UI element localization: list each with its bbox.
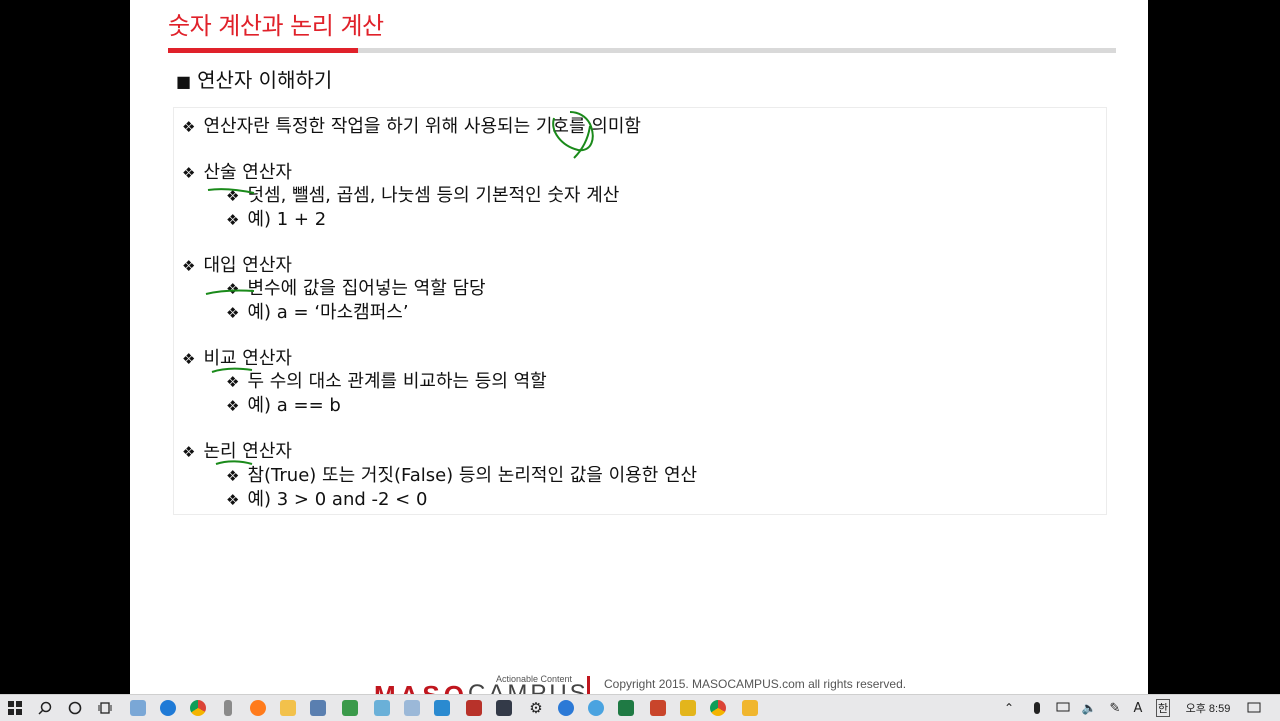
app-icon[interactable] [432,695,452,721]
notification-icon[interactable] [1244,695,1264,721]
section-desc: ❖ 변수에 값을 집어넣는 역할 담당 [226,274,486,300]
section-example: ❖ 예) 3 > 0 and -2 < 0 [226,485,427,511]
app-icon[interactable] [556,695,576,721]
section-example: ❖ 예) 1 + 2 [226,205,326,231]
cortana-icon[interactable] [64,695,86,721]
section-heading-text: 대입 연산자 [203,255,292,276]
edge-icon[interactable] [158,695,178,721]
square-bullet-icon: ■ [176,72,192,91]
section-heading: ❖ 논리 연산자 [182,437,292,463]
chrome-icon[interactable] [188,695,208,721]
windows-logo-icon[interactable] [4,695,26,721]
title-underline-accent [168,48,358,53]
firefox-icon[interactable] [248,695,268,721]
section-desc-text: 변수에 값을 집어넣는 역할 담당 [247,278,486,299]
section-heading-text: 산술 연산자 [203,162,292,183]
app-icon[interactable] [494,695,514,721]
section-example: ❖ 예) a == b [226,391,341,417]
app-icon[interactable] [678,695,698,721]
ime-hangul-label[interactable]: 한 [1154,695,1172,721]
ime-hangul-text: 한 [1155,699,1171,717]
network-icon[interactable] [1054,695,1072,721]
section-example-text: 예) 3 > 0 and -2 < 0 [247,489,428,510]
slide-footer: MASO CAMPUS Actionable Content Copyright… [374,664,1148,694]
app-icon[interactable] [740,695,760,721]
app-icon[interactable] [586,695,606,721]
pen-icon[interactable]: ✎ [1106,695,1124,721]
ime-mode-label[interactable]: A [1130,695,1146,721]
app-icon[interactable] [128,695,148,721]
section-heading-text: 논리 연산자 [203,441,292,462]
diamond-bullet-icon: ❖ [226,304,240,322]
chevron-up-icon[interactable]: ⌃ [1000,695,1018,721]
diamond-bullet-icon: ❖ [182,118,196,136]
copyright-text: Copyright 2015. MASOCAMPUS.com all right… [604,677,907,691]
volume-icon[interactable]: 🔈 [1080,695,1098,721]
section-desc: ❖ 참(True) 또는 거짓(False) 등의 논리적인 값을 이용한 연산 [226,461,697,487]
slide: 숫자 계산과 논리 계산 ■ 연산자 이해하기 ❖ 연산자란 특정한 작업을 하기 … [130,0,1148,694]
app-64-icon[interactable] [464,695,484,721]
section-desc-text: 참(True) 또는 거짓(False) 등의 논리적인 값을 이용한 연산 [247,465,698,486]
app-icon[interactable] [218,695,238,721]
brand-logo: MASO [374,680,468,694]
app-icon[interactable] [308,695,328,721]
section-example-text: 예) 1 + 2 [247,209,327,230]
excel-icon[interactable] [616,695,636,721]
search-icon[interactable] [34,695,56,721]
powerpoint-icon[interactable] [648,695,668,721]
chrome-icon[interactable] [708,695,728,721]
definition-text: 연산자란 특정한 작업을 하기 위해 사용되는 기호를 의미함 [203,116,641,137]
task-view-icon[interactable] [94,695,116,721]
app-icon[interactable] [340,695,360,721]
diamond-bullet-icon: ❖ [182,350,196,368]
gear-icon[interactable]: ⚙ [526,695,546,721]
diamond-bullet-icon: ❖ [226,187,240,205]
subtitle-text: 연산자 이해하기 [197,68,333,92]
definition-line: ❖ 연산자란 특정한 작업을 하기 위해 사용되는 기호를 의미함 [182,112,641,138]
diamond-bullet-icon: ❖ [226,397,240,415]
section-desc: ❖ 두 수의 대소 관계를 비교하는 등의 역할 [226,367,547,393]
folder-icon[interactable] [278,695,298,721]
taskbar: ⚙ ⌃ 🔈 ✎ A 한 오후 8:59 [0,694,1280,721]
app-icon[interactable] [402,695,422,721]
section-desc: ❖ 덧셈, 뺄셈, 곱셈, 나눗셈 등의 기본적인 숫자 계산 [226,181,619,207]
diamond-bullet-icon: ❖ [226,491,240,509]
diamond-bullet-icon: ❖ [226,280,240,298]
footer-divider [587,676,590,694]
section-example-text: 예) a = ‘마소캠퍼스’ [247,302,409,323]
system-clock[interactable]: 오후 8:59 [1180,695,1236,721]
section-desc-text: 덧셈, 뺄셈, 곱셈, 나눗셈 등의 기본적인 숫자 계산 [247,185,620,206]
diamond-bullet-icon: ❖ [182,257,196,275]
diamond-bullet-icon: ❖ [182,443,196,461]
diamond-bullet-icon: ❖ [226,211,240,229]
diamond-bullet-icon: ❖ [226,373,240,391]
brand-tagline: Actionable Content [496,674,573,684]
section-heading-text: 비교 연산자 [203,348,292,369]
slide-title: 숫자 계산과 논리 계산 [168,12,384,40]
subtitle: ■ 연산자 이해하기 [176,64,332,93]
section-example-text: 예) a == b [247,395,341,416]
section-desc-text: 두 수의 대소 관계를 비교하는 등의 역할 [247,371,547,392]
diamond-bullet-icon: ❖ [226,467,240,485]
microphone-icon[interactable] [1028,695,1046,721]
diamond-bullet-icon: ❖ [182,164,196,182]
app-icon[interactable] [372,695,392,721]
section-example: ❖ 예) a = ‘마소캠퍼스’ [226,298,409,324]
